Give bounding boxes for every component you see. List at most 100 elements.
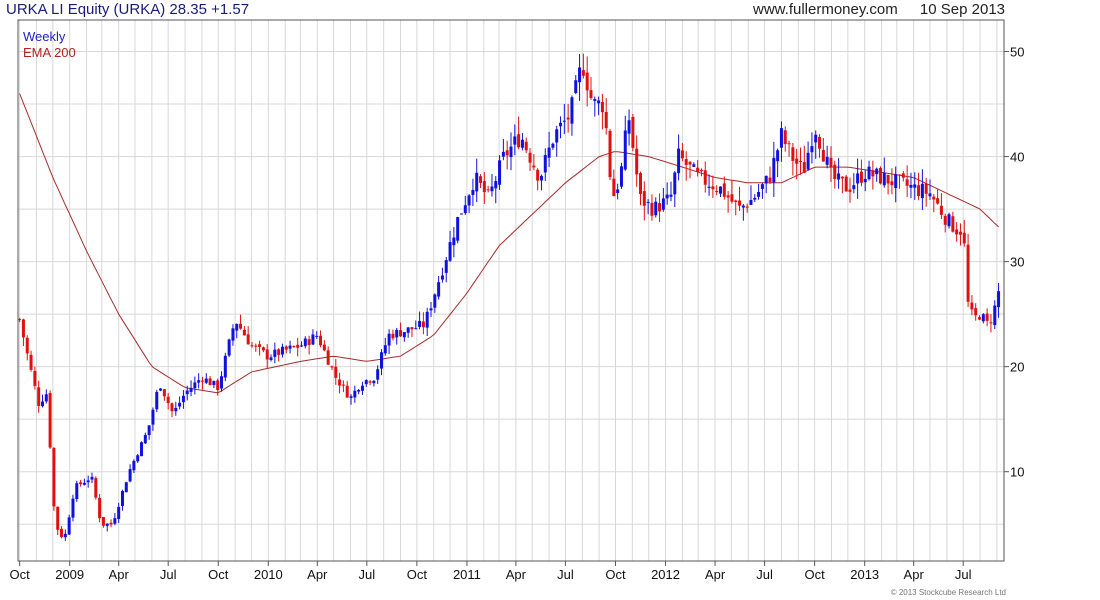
candle-body <box>48 393 52 448</box>
candle-body <box>109 522 113 525</box>
candle-body <box>505 150 509 156</box>
weekly-candle <box>840 176 844 194</box>
candle-body <box>208 378 212 386</box>
weekly-candle <box>978 315 982 321</box>
weekly-candle <box>292 345 296 348</box>
weekly-candle <box>94 476 98 500</box>
candle-body <box>898 174 902 176</box>
y-tick-label: 30 <box>1010 255 1024 270</box>
candle-body <box>75 483 79 500</box>
weekly-candle <box>566 104 570 133</box>
candle-body <box>993 305 997 326</box>
candle-body <box>928 193 932 197</box>
candle-body <box>810 146 814 153</box>
candle-body <box>250 345 254 347</box>
weekly-candle <box>707 174 711 196</box>
weekly-candle <box>520 133 524 151</box>
weekly-candle <box>966 233 970 307</box>
x-tick-label: 2010 <box>254 567 283 582</box>
candle-body <box>459 213 463 215</box>
candle-body <box>360 385 364 391</box>
candle-body <box>974 308 978 316</box>
chart-title: URKA LI Equity (URKA) 28.35 +1.57 <box>6 1 249 18</box>
candle-body <box>113 518 117 524</box>
candle-body <box>798 160 802 163</box>
candle-body <box>936 198 940 204</box>
candle-body <box>757 191 761 197</box>
candle-body <box>585 72 589 91</box>
weekly-candle <box>951 211 955 233</box>
weekly-candle <box>779 121 783 162</box>
candle-body <box>280 346 284 355</box>
candle-body <box>501 151 505 157</box>
candle-body <box>707 186 711 188</box>
chart-date: 10 Sep 2013 <box>919 1 1005 18</box>
x-tick-label: Jul <box>756 567 773 582</box>
weekly-candle <box>387 329 391 354</box>
weekly-candle <box>475 158 479 203</box>
candle-body <box>433 294 437 308</box>
candle-body <box>143 434 147 444</box>
weekly-candle <box>395 327 399 345</box>
candle-body <box>341 384 345 386</box>
candle-body <box>379 352 383 369</box>
candle-body <box>639 173 643 194</box>
weekly-candle <box>528 148 532 171</box>
weekly-candle <box>296 337 300 357</box>
candle-body <box>738 200 742 206</box>
x-tick-label: Apr <box>109 567 130 582</box>
weekly-candle <box>326 346 330 365</box>
weekly-candle <box>753 194 757 202</box>
weekly-candle <box>699 168 703 177</box>
candle-body <box>768 177 772 183</box>
candle-body <box>475 172 479 192</box>
weekly-candle <box>627 109 631 146</box>
candle-body <box>711 186 715 190</box>
weekly-candle <box>924 177 928 207</box>
candle-body <box>40 401 44 407</box>
weekly-candle <box>25 335 29 361</box>
site-link[interactable]: www.fullermoney.com <box>753 1 898 18</box>
candle-body <box>837 173 841 180</box>
candle-body <box>368 381 372 383</box>
candle-body <box>387 333 391 346</box>
weekly-candle <box>341 380 345 393</box>
candle-body <box>703 170 707 185</box>
candle-body <box>364 380 368 385</box>
candle-body <box>764 175 768 184</box>
weekly-candle <box>162 389 166 401</box>
candle-body <box>303 338 307 347</box>
candle-body <box>722 183 726 197</box>
candle-body <box>890 181 894 186</box>
weekly-candle <box>303 336 307 349</box>
candle-body <box>456 217 460 241</box>
candle-body <box>513 136 517 145</box>
candle-body <box>101 516 105 526</box>
weekly-candle <box>730 180 734 204</box>
candle-body <box>105 523 109 526</box>
weekly-candle <box>338 372 342 394</box>
weekly-candle <box>898 174 902 189</box>
candle-body <box>802 162 806 173</box>
weekly-candle <box>757 183 761 200</box>
candle-body <box>94 478 98 498</box>
candle-body <box>570 97 574 124</box>
weekly-candle <box>204 373 208 385</box>
candle-body <box>684 159 688 165</box>
candle-body <box>593 99 597 101</box>
candle-body <box>623 130 627 170</box>
candle-body <box>905 179 909 186</box>
weekly-candle <box>517 116 521 150</box>
candle-body <box>791 147 795 161</box>
weekly-candle <box>261 346 265 353</box>
candle-body <box>741 205 745 208</box>
legend-weekly: Weekly <box>23 29 66 44</box>
candle-body <box>60 528 64 538</box>
candle-body <box>254 345 258 347</box>
weekly-candle <box>536 168 540 191</box>
candle-body <box>829 157 833 168</box>
x-tick-label: 2012 <box>651 567 680 582</box>
candle-body <box>627 120 631 134</box>
weekly-candle <box>498 155 502 190</box>
weekly-candle <box>90 472 94 484</box>
